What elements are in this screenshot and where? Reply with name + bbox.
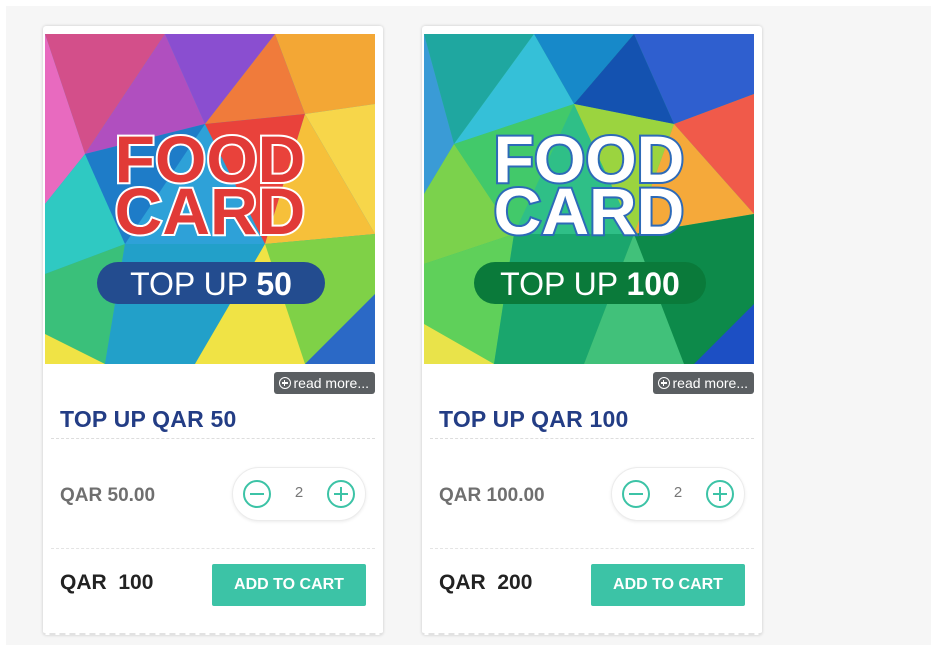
plus-circle-icon [278,377,291,389]
svg-text:TOP UP 50: TOP UP 50 [130,266,292,302]
product-image[interactable]: FOOD CARD TOP UP 100 [424,34,754,364]
read-more-button[interactable]: read more... [652,372,754,394]
quantity-stepper: 2 [232,467,366,521]
divider [430,438,754,439]
pill-amount: 100 [626,266,679,302]
product-title[interactable]: TOP UP QAR 50 [60,406,236,433]
pill-amount: 50 [256,266,292,302]
quantity-value[interactable]: 2 [284,484,314,501]
unit-price: QAR 100.00 [439,485,545,506]
minus-circle-icon[interactable] [622,480,650,508]
divider [51,548,375,549]
product-card-topup-100: FOOD CARD TOP UP 100 read more... TOP UP… [422,26,762,635]
product-grid: FOOD CARD TOP UP 50 read more... TOP UP … [6,6,931,645]
product-card-topup-50: FOOD CARD TOP UP 50 read more... TOP UP … [43,26,383,635]
add-to-cart-button[interactable]: ADD TO CART [212,564,366,606]
unit-price: QAR 50.00 [60,485,156,506]
plus-circle-icon[interactable] [706,480,734,508]
plus-circle-icon [657,377,670,389]
quantity-value[interactable]: 2 [663,484,693,501]
read-more-label: read more... [293,375,369,391]
divider [430,548,754,549]
pill-prefix: TOP UP [500,266,626,302]
quantity-stepper: 2 [611,467,745,521]
minus-circle-icon[interactable] [243,480,271,508]
food-card-100-artwork: FOOD CARD TOP UP 100 [424,34,754,364]
product-image[interactable]: FOOD CARD TOP UP 50 [45,34,375,364]
product-title[interactable]: TOP UP QAR 100 [439,406,628,433]
pill-prefix: TOP UP [130,266,256,302]
divider [51,438,375,439]
svg-text:TOP UP 100: TOP UP 100 [500,266,680,302]
total-price: QAR 200 [439,571,533,594]
logo-line2: CARD [115,174,306,248]
logo-line2: CARD [494,174,685,248]
read-more-button[interactable]: read more... [273,372,375,394]
food-card-50-artwork: FOOD CARD TOP UP 50 [45,34,375,364]
add-to-cart-button[interactable]: ADD TO CART [591,564,745,606]
total-price: QAR 100 [60,571,154,594]
plus-circle-icon[interactable] [327,480,355,508]
read-more-label: read more... [672,375,748,391]
